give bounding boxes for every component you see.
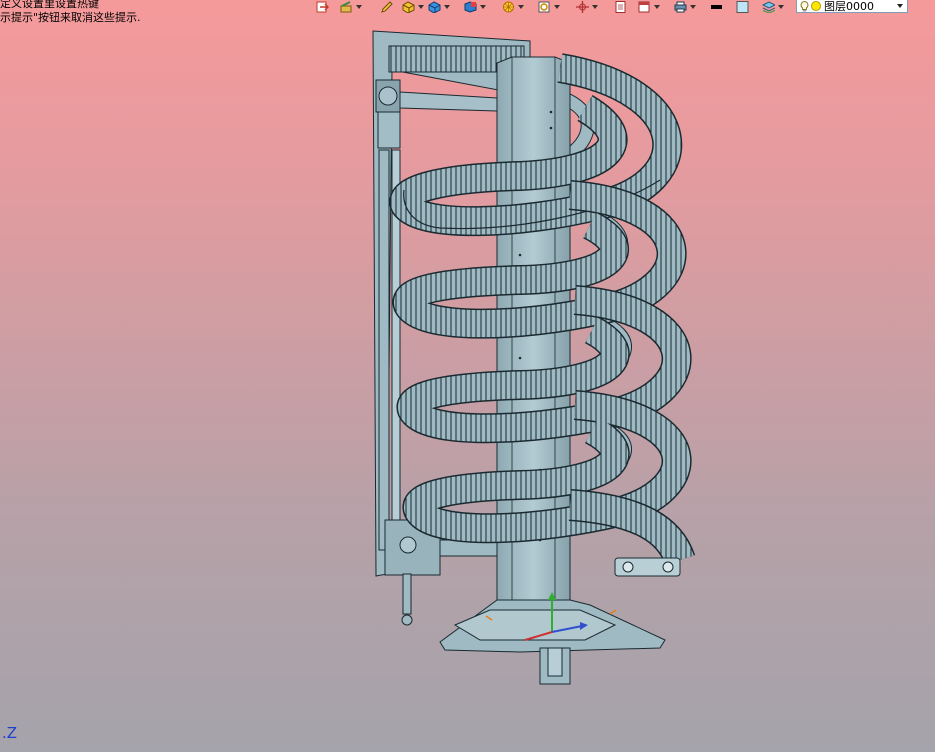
3d-viewport[interactable]: 定义设置里设置热键 示提示"按钮来取消这些提示. 图层0000 .Z [0,0,935,752]
z-axis-label: .Z [2,724,18,742]
spiral-conveyor-model[interactable] [0,0,935,752]
